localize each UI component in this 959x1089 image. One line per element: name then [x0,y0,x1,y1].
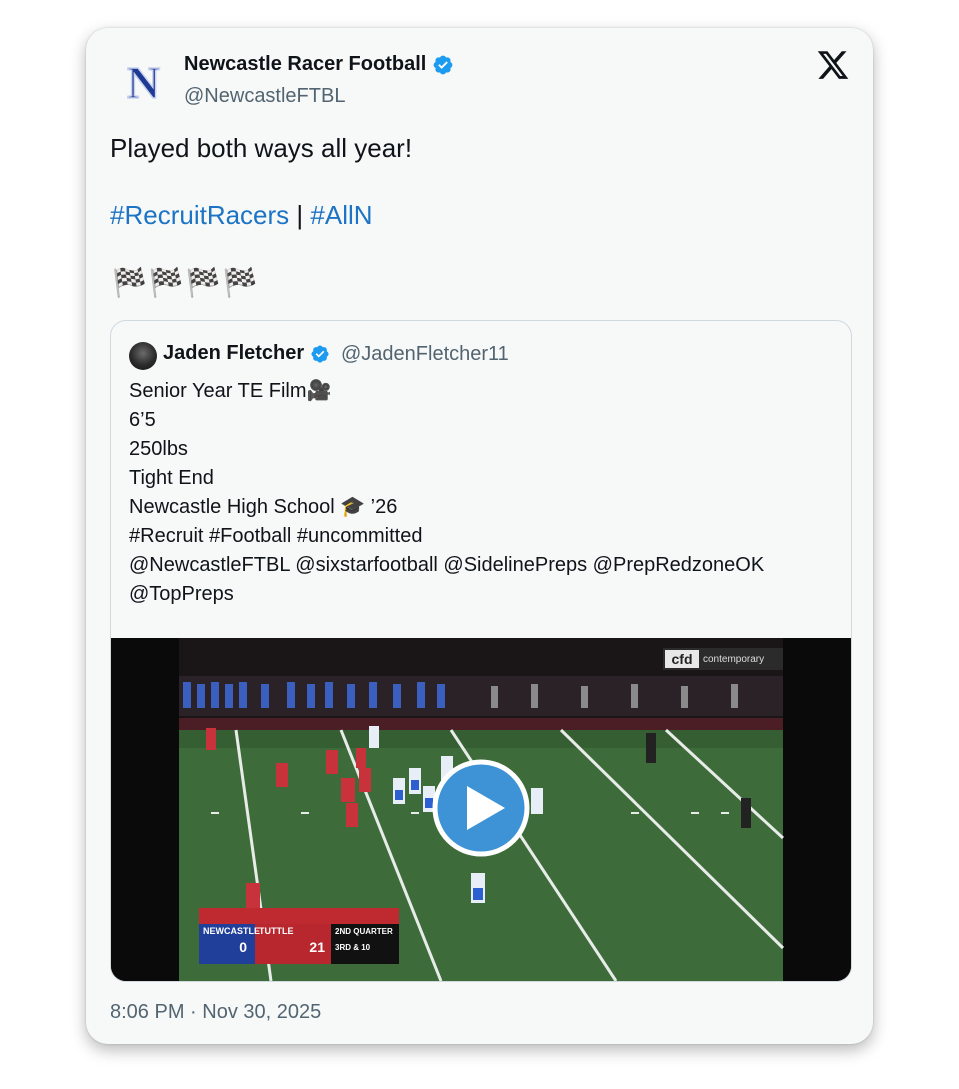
hashtag-alln[interactable]: #AllN [310,200,372,230]
author-name[interactable]: Newcastle Racer Football [184,53,426,76]
x-logo-icon[interactable] [816,48,850,82]
author-name-row[interactable]: Newcastle Racer Football [184,53,454,76]
scoreboard-home-score: 0 [239,939,247,955]
banner-logo: cfd [672,651,693,667]
quoted-tweet-text: Senior Year TE Film🎥 6’5 250lbs Tight En… [129,377,764,609]
scoreboard-away-score: 21 [309,939,325,955]
hashtag-line: #RecruitRacers | #AllN [110,200,373,231]
quoted-line: Tight End [129,467,214,489]
quoted-line-hashtags[interactable]: #Recruit #Football #uncommitted [129,522,764,551]
quoted-line: Senior Year TE Film🎥 [129,380,332,402]
quoted-line-mentions[interactable]: @NewcastleFTBL @sixstarfootball @Sidelin… [129,551,764,580]
avatar-logo-letter: N [126,56,161,109]
author-handle[interactable]: @NewcastleFTBL [184,85,345,108]
quoted-line: 6’5 [129,409,156,431]
quoted-author-avatar[interactable] [129,342,157,370]
tweet-card: N Newcastle Racer Football @NewcastleFTB… [86,28,873,1044]
scoreboard-home-team: NEWCASTLE [203,926,260,936]
quoted-author-handle[interactable]: @JadenFletcher11 [341,343,509,366]
scoreboard-away-team: TUTTLE [259,926,294,936]
quoted-author-name-row[interactable]: Jaden Fletcher [163,342,330,365]
hashtag-recruitracers[interactable]: #RecruitRacers [110,200,289,230]
scoreboard-quarter: 2ND QUARTER [335,927,393,936]
quoted-line-mentions[interactable]: @TopPreps [129,580,764,609]
quoted-line: 250lbs [129,438,188,460]
video-frame: cfd contemporary NEWCASTLE 0 TUTTLE 21 2… [111,638,851,981]
tweet-text: Played both ways all year! [110,133,413,163]
quoted-line: Newcastle High School 🎓 ’26 [129,496,398,518]
video-player[interactable]: cfd contemporary NEWCASTLE 0 TUTTLE 21 2… [111,638,851,981]
tweet-timestamp[interactable]: 8:06 PM · Nov 30, 2025 [110,1001,321,1024]
banner-text: contemporary [703,654,764,665]
verified-badge-icon [311,344,329,363]
verified-badge-icon [433,55,453,74]
quoted-author-name[interactable]: Jaden Fletcher [163,342,304,365]
scoreboard-down: 3RD & 10 [335,943,371,952]
hashtag-separator: | [296,200,304,230]
checkered-flags-emoji: 🏁🏁🏁🏁 [112,267,260,298]
play-button[interactable] [432,759,530,857]
quoted-tweet[interactable]: Jaden Fletcher @JadenFletcher11 Senior Y… [110,320,852,982]
author-avatar[interactable]: N [110,54,176,110]
